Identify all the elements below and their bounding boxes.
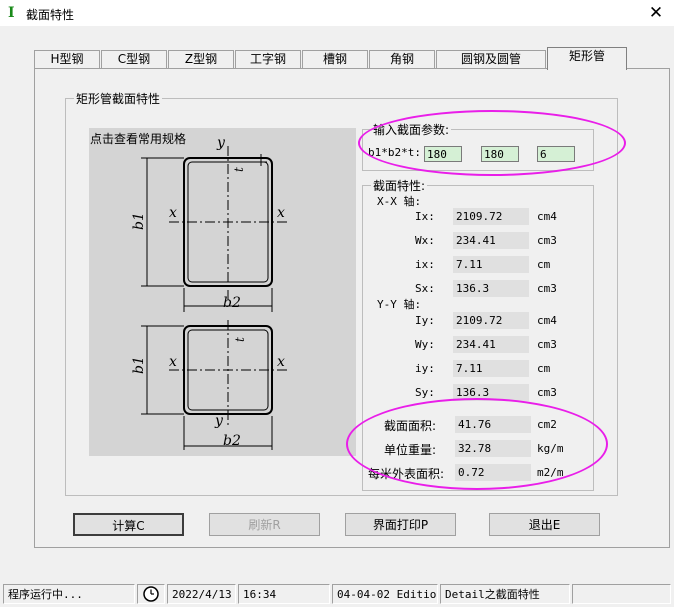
- top-b1-label: b1: [131, 212, 147, 230]
- close-button[interactable]: ✕: [644, 3, 668, 23]
- status-state: 程序运行中...: [3, 584, 135, 604]
- weight-label: 单位重量:: [384, 443, 437, 457]
- status-time: 16:34: [238, 584, 330, 604]
- wx-label: Wx:: [415, 234, 435, 247]
- sy-value: 136.3: [453, 384, 529, 401]
- section-diagram[interactable]: y t b1 x x b2 t b1 x x y b2: [89, 128, 356, 456]
- ix-radius-value: 7.11: [453, 256, 529, 273]
- app-icon: I: [8, 5, 15, 21]
- bottom-x-left-label: x: [169, 354, 177, 370]
- t-input[interactable]: 6: [537, 146, 575, 162]
- sx-label: Sx:: [415, 282, 435, 295]
- refresh-button[interactable]: 刷新R: [209, 513, 320, 536]
- b2-input[interactable]: 180: [481, 146, 519, 162]
- iy-radius-label: iy:: [415, 362, 435, 375]
- title-bar: [0, 0, 674, 26]
- ix-moment-label: Ix:: [415, 210, 435, 223]
- xx-axis-label: X-X 轴:: [377, 195, 422, 208]
- bottom-b1-label: b1: [131, 356, 147, 374]
- status-empty: [572, 584, 671, 604]
- input-params-title: 输入截面参数:: [373, 123, 450, 137]
- section-group-title: 矩形管截面特性: [76, 92, 161, 106]
- ix-moment-value: 2109.72: [453, 208, 529, 225]
- area-value: 41.76: [455, 416, 531, 433]
- tab-round-steel-tube[interactable]: 圆钢及圆管: [436, 50, 546, 69]
- tab-rect-tube[interactable]: 矩形管: [547, 47, 627, 70]
- clock-icon-cell: [137, 584, 165, 604]
- top-x-right-label: x: [277, 205, 285, 221]
- top-b2-label: b2: [223, 295, 241, 311]
- wx-value: 234.41: [453, 232, 529, 249]
- area-unit: cm2: [537, 418, 557, 431]
- rect-tube-drawing: y t b1 x x b2 t b1 x x y b2: [131, 135, 289, 450]
- surface-area-label: 每米外表面积:: [368, 467, 445, 481]
- iy-moment-value: 2109.72: [453, 312, 529, 329]
- exit-button[interactable]: 退出E: [489, 513, 600, 536]
- bottom-x-right-label: x: [277, 354, 285, 370]
- surface-area-value: 0.72: [455, 464, 531, 481]
- wx-unit: cm3: [537, 234, 557, 247]
- wy-unit: cm3: [537, 338, 557, 351]
- ix-moment-unit: cm4: [537, 210, 557, 223]
- top-y-label: y: [216, 135, 226, 151]
- window-title: 截面特性: [26, 8, 75, 22]
- iy-moment-label: Iy:: [415, 314, 435, 327]
- status-date: 2022/4/13: [167, 584, 236, 604]
- top-t-label: t: [232, 167, 246, 172]
- status-detail: Detail之截面特性: [440, 584, 570, 604]
- tab-h-steel[interactable]: H型钢: [34, 50, 100, 69]
- tab-z-steel[interactable]: Z型钢: [168, 50, 234, 69]
- top-x-left-label: x: [169, 205, 177, 221]
- sy-unit: cm3: [537, 386, 557, 399]
- tab-angle[interactable]: 角钢: [369, 50, 435, 69]
- sx-value: 136.3: [453, 280, 529, 297]
- area-label: 截面面积:: [384, 419, 437, 433]
- common-specs-link[interactable]: 点击查看常用规格: [90, 130, 186, 147]
- properties-title: 截面特性:: [373, 179, 426, 193]
- ix-radius-label: ix:: [415, 258, 435, 271]
- sx-unit: cm3: [537, 282, 557, 295]
- iy-radius-unit: cm: [537, 362, 551, 375]
- weight-unit: kg/m: [537, 442, 564, 455]
- tab-channel[interactable]: 槽钢: [302, 50, 368, 69]
- yy-axis-label: Y-Y 轴:: [377, 298, 422, 311]
- sy-label: Sy:: [415, 386, 435, 399]
- wy-label: Wy:: [415, 338, 435, 351]
- status-edition: 04-04-02 Edition: [332, 584, 438, 604]
- tab-c-steel[interactable]: C型钢: [101, 50, 167, 69]
- print-button[interactable]: 界面打印P: [345, 513, 456, 536]
- iy-radius-value: 7.11: [453, 360, 529, 377]
- bottom-t-label: t: [233, 337, 247, 342]
- iy-moment-unit: cm4: [537, 314, 557, 327]
- dims-label: b1*b2*t:: [368, 146, 421, 159]
- tab-i-beam[interactable]: 工字钢: [235, 50, 301, 69]
- wy-value: 234.41: [453, 336, 529, 353]
- calculate-button[interactable]: 计算C: [73, 513, 184, 536]
- bottom-b2-label: b2: [223, 433, 241, 449]
- bottom-y-label: y: [214, 413, 224, 429]
- surface-area-unit: m2/m: [537, 466, 564, 479]
- b1-input[interactable]: 180: [424, 146, 462, 162]
- weight-value: 32.78: [455, 440, 531, 457]
- ix-radius-unit: cm: [537, 258, 551, 271]
- clock-icon: [143, 586, 159, 602]
